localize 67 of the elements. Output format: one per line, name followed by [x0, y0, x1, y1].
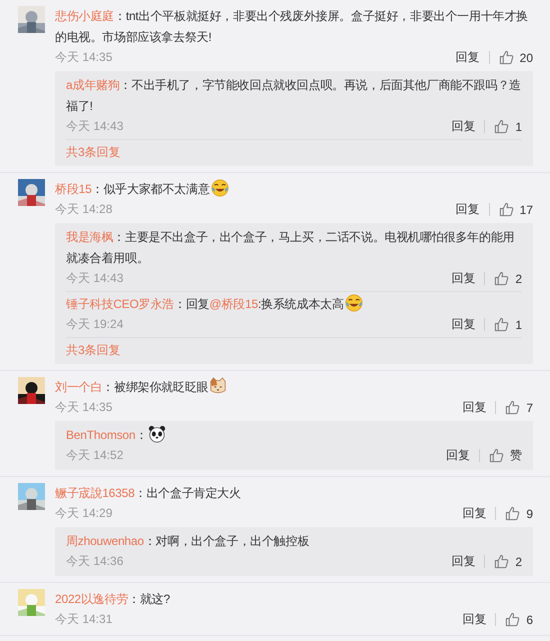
user-name-link[interactable]: 刘一个白 [55, 380, 102, 394]
like-count: 7 [526, 400, 533, 414]
comment-text: 我是海枫：主要是不出盒子，出个盒子，马上买，二话不说。电视机哪怕很多年的能用就凑合着用呗。 [66, 229, 516, 267]
user-name-link[interactable]: BenThomson [66, 428, 136, 442]
timestamp: 今天 14:31 [55, 611, 114, 628]
comment-text: 锤子科技CEO罗永浩：回复@桥段15:换系统成本太高 [66, 294, 522, 315]
more-replies-link[interactable]: 共3条回复 [66, 338, 121, 362]
reply-link[interactable]: 回复 [451, 120, 486, 133]
like-count: 20 [520, 50, 533, 64]
thumbs-up-icon[interactable] [505, 506, 520, 521]
reply-link[interactable]: 回复 [462, 401, 496, 414]
comment-text: 周zhouwenhao：对啊，出个盒子，出个触控板 [66, 533, 310, 550]
timestamp: 今天 14:35 [55, 399, 114, 416]
like-count: 1 [515, 120, 522, 134]
reply-link[interactable]: 回复 [456, 203, 490, 216]
comment-text: 刘一个白：被绑架你就眨眨眼 [55, 377, 533, 398]
like-count: 赞 [510, 447, 522, 464]
reply-link[interactable]: 回复 [451, 318, 486, 331]
like-count: 17 [520, 202, 533, 216]
reply-link[interactable]: 回复 [456, 51, 490, 64]
reply-link[interactable]: 回复 [451, 555, 486, 568]
timestamp: 今天 14:29 [55, 505, 114, 522]
reply-link[interactable]: 回复 [462, 613, 496, 626]
user-name-link[interactable]: 我是海枫 [66, 230, 114, 244]
thumbs-up-icon[interactable] [498, 50, 514, 65]
comment-text: 悲伤小庭庭：tnt出个平板就挺好，非要出个残废外接屏。盒子挺好，非要出个一用十年才换的电视。市场部应该拿去祭天! [55, 8, 529, 46]
user-name-link[interactable]: a成年赌狗 [66, 78, 120, 92]
thumbs-up-icon[interactable] [489, 448, 504, 463]
more-replies-link[interactable]: 共3条回复 [66, 140, 121, 164]
comment-text: 2022以逸待劳：就这? [55, 591, 171, 608]
laughing-emoji-icon [210, 179, 229, 197]
like-count: 6 [526, 612, 533, 626]
user-name-link[interactable]: 周zhouwenhao [66, 534, 144, 548]
timestamp: 今天 14:52 [66, 447, 124, 464]
like-count: 2 [515, 554, 522, 568]
timestamp: 今天 14:28 [55, 201, 114, 218]
thumbs-up-icon[interactable] [494, 271, 510, 286]
user-name-link[interactable]: 锤子科技CEO罗永浩 [66, 297, 174, 311]
user-name-link[interactable]: 桥段15 [55, 182, 92, 196]
reply-link[interactable]: 回复 [446, 449, 480, 462]
thumbs-up-icon[interactable] [494, 119, 510, 134]
user-name-link[interactable]: 2022以逸待劳 [55, 592, 128, 606]
mention-link[interactable]: @桥段15 [209, 297, 258, 311]
timestamp: 今天 14:43 [66, 270, 124, 287]
comment-text: BenThomson： [66, 425, 522, 446]
thumbs-up-icon[interactable] [494, 317, 510, 332]
user-name-link[interactable]: 鳜子宬說16358 [55, 486, 135, 500]
user-name-link[interactable]: 悲伤小庭庭 [55, 9, 114, 23]
laughing-emoji-icon [344, 294, 363, 312]
like-count: 2 [515, 272, 522, 286]
timestamp: 今天 14:35 [55, 49, 114, 66]
reply-link[interactable]: 回复 [451, 272, 486, 285]
thumbs-up-icon[interactable] [498, 202, 514, 217]
panda-emoji-icon [148, 425, 166, 443]
comment-text: 鳜子宬說16358：出个盒子肯定大火 [55, 485, 242, 502]
timestamp: 今天 14:43 [66, 118, 124, 135]
thumbs-up-icon[interactable] [494, 554, 510, 569]
cat-emoji-icon [209, 377, 228, 395]
reply-link[interactable]: 回复 [462, 507, 496, 520]
timestamp: 今天 19:24 [66, 316, 124, 333]
thumbs-up-icon[interactable] [505, 612, 520, 627]
thumbs-up-icon[interactable] [505, 400, 520, 415]
comment-text: 桥段15：似乎大家都不太满意 [55, 179, 533, 200]
comment-text: a成年赌狗：不出手机了，字节能收回点就收回点呗。再说，后面其他厂商能不跟吗？造福了! [66, 77, 522, 115]
like-count: 9 [526, 506, 533, 520]
like-count: 1 [515, 318, 522, 332]
timestamp: 今天 14:36 [66, 553, 124, 570]
